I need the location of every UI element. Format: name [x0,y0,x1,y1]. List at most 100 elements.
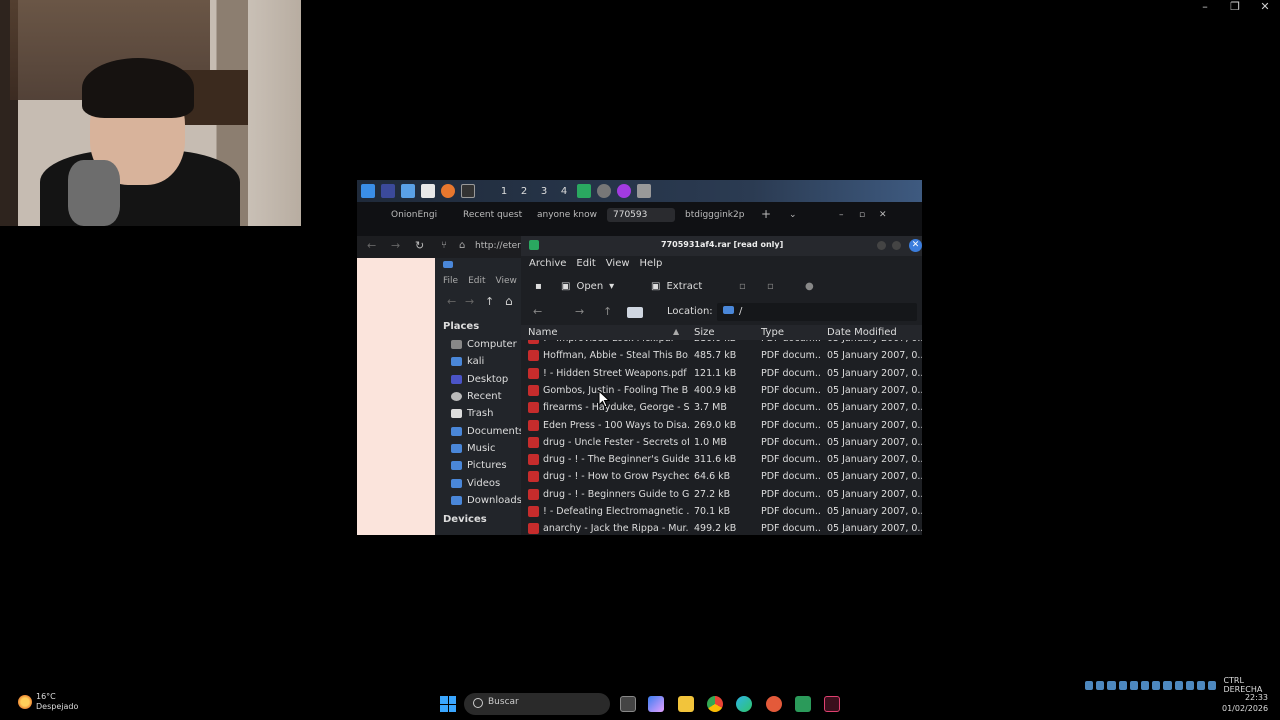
archive-close-button[interactable]: ✕ [909,239,922,252]
tray-icon[interactable] [1141,680,1150,690]
workspace-1[interactable]: 1 [497,186,511,197]
tray-icon[interactable] [1208,680,1217,690]
tab-5[interactable]: btdigggink2pd [685,210,745,220]
place-kali[interactable]: kali [451,356,484,367]
menu-view[interactable]: View [496,276,517,286]
minimize-button[interactable]: – [1190,0,1220,14]
desktop-icon[interactable] [381,184,395,198]
add-files-icon[interactable]: ▫ [739,281,746,292]
col-date[interactable]: Date Modified [827,327,897,338]
tray-icon[interactable] [1107,680,1116,690]
app-icon-gear[interactable] [597,184,611,198]
archive-minimize-button[interactable] [877,241,886,250]
table-row[interactable]: drug - ! - Beginners Guide to Gr... 27.2 … [521,486,922,503]
menu-edit[interactable]: Edit [468,276,485,286]
archive-app-icon[interactable] [637,184,651,198]
loc-back-icon[interactable]: ← [533,305,542,318]
tray-icon[interactable] [1129,680,1139,690]
new-archive-icon[interactable]: ▪ [535,281,542,292]
menu-file[interactable]: File [443,276,458,286]
app-icon-red[interactable] [766,696,782,712]
reload-icon[interactable]: ↻ [415,239,424,252]
workspace-3[interactable]: 3 [537,186,551,197]
edge-icon[interactable] [736,696,752,712]
tab-2[interactable]: Recent questi [463,210,523,220]
col-size[interactable]: Size [694,327,715,338]
table-row[interactable]: drug - Uncle Fester - Secrets of... 1.0 M… [521,434,922,451]
tray-icon[interactable] [1096,680,1105,690]
tab-1[interactable]: OnionEngi [391,210,451,220]
workspace-2[interactable]: 2 [517,186,531,197]
table-row[interactable]: drug - ! - How to Grow Psyched... 64.6 kB… [521,468,922,485]
stop-icon[interactable]: ● [805,281,814,292]
fm-up-icon[interactable]: ↑ [485,295,494,308]
fm-back-icon[interactable]: ← [447,295,456,308]
tab-close-icon[interactable]: ✕ [879,210,887,220]
tray-icon[interactable] [1163,680,1172,690]
file-explorer-icon[interactable] [678,696,694,712]
tray-icon[interactable] [1185,680,1195,690]
table-row[interactable]: firearms - Hayduke, George - S... 3.7 MB P… [521,399,922,416]
loc-forward-icon[interactable]: → [575,305,584,318]
taskbar-search[interactable]: Buscar [464,693,610,715]
place-videos[interactable]: Videos [451,478,500,489]
tor-icon[interactable] [617,184,631,198]
loc-home-folder-icon[interactable] [627,307,643,318]
place-desktop[interactable]: Desktop [451,374,508,385]
weather-widget[interactable]: 16°C Despejado [18,692,78,712]
open-button[interactable]: ▣ Open ▾ [561,281,614,292]
file-manager-icon[interactable] [401,184,415,198]
table-row[interactable]: anarchy - Jack the Rippa - Mur... 499.2 k… [521,520,922,535]
tray-icon[interactable] [1197,680,1206,690]
tab-maximize-icon[interactable]: ▫ [859,210,865,220]
restore-button[interactable]: ❐ [1220,0,1250,14]
chevron-down-icon[interactable]: ⌄ [789,210,797,220]
menu-view[interactable]: View [606,258,630,269]
table-row[interactable]: ! - Hidden Street Weapons.pdf 121.1 kB PDF… [521,365,922,382]
col-type[interactable]: Type [761,327,784,338]
table-row[interactable]: Eden Press - 100 Ways to Disa... 269.0 kB… [521,417,922,434]
table-row[interactable]: ! - Improvised Lock Pick.pdf 210.0 kB PDF … [521,340,922,347]
forward-icon[interactable]: → [391,239,400,252]
place-trash[interactable]: Trash [451,408,493,419]
start-button[interactable] [440,696,456,712]
menu-edit[interactable]: Edit [576,258,595,269]
menu-archive[interactable]: Archive [529,258,566,269]
fm-forward-icon[interactable]: → [465,295,474,308]
place-downloads[interactable]: Downloads [451,495,522,506]
app-icon-pink[interactable] [824,696,840,712]
place-music[interactable]: Music [451,443,495,454]
table-row[interactable]: Hoffman, Abbie - Steal This Bo... 485.7 k… [521,347,922,364]
document-icon[interactable] [421,184,435,198]
clock[interactable]: 22:33 01/02/2026 [1222,692,1268,714]
location-field[interactable]: / [717,303,917,321]
task-view-icon[interactable] [620,696,636,712]
add-folder-icon[interactable]: ▫ [767,281,774,292]
place-computer[interactable]: Computer [451,339,517,350]
tray-icon[interactable] [1152,680,1161,690]
menu-help[interactable]: Help [640,258,663,269]
fm-home-icon[interactable]: ⌂ [505,294,513,308]
tab-minimize-icon[interactable]: – [839,210,844,220]
chevron-down-icon[interactable]: ▾ [609,281,614,292]
place-documents[interactable]: Documents [451,426,524,437]
app-icon-green[interactable] [577,184,591,198]
tab-4-active[interactable]: 770593 [607,208,675,222]
tray-icon[interactable] [1118,680,1127,690]
tor-circuit-icon[interactable]: ⑂ [441,240,447,251]
table-row[interactable]: Gombos, Justin - Fooling The Bl... 400.9 … [521,382,922,399]
terminal-icon[interactable] [461,184,475,198]
new-tab-icon[interactable]: + [761,207,771,221]
place-pictures[interactable]: Pictures [451,460,507,471]
close-button[interactable]: ✕ [1250,0,1280,14]
table-row[interactable]: ! - Defeating Electromagnetic ... 70.1 kB… [521,503,922,520]
place-recent[interactable]: Recent [451,391,502,402]
archive-maximize-button[interactable] [892,241,901,250]
firefox-icon[interactable] [441,184,455,198]
loc-up-icon[interactable]: ↑ [603,305,612,318]
extract-button[interactable]: ▣ Extract [651,281,702,292]
copilot-icon[interactable] [648,696,664,712]
col-name[interactable]: Name [528,327,558,338]
tray-icon[interactable] [1174,680,1183,690]
workspace-4[interactable]: 4 [557,186,571,197]
